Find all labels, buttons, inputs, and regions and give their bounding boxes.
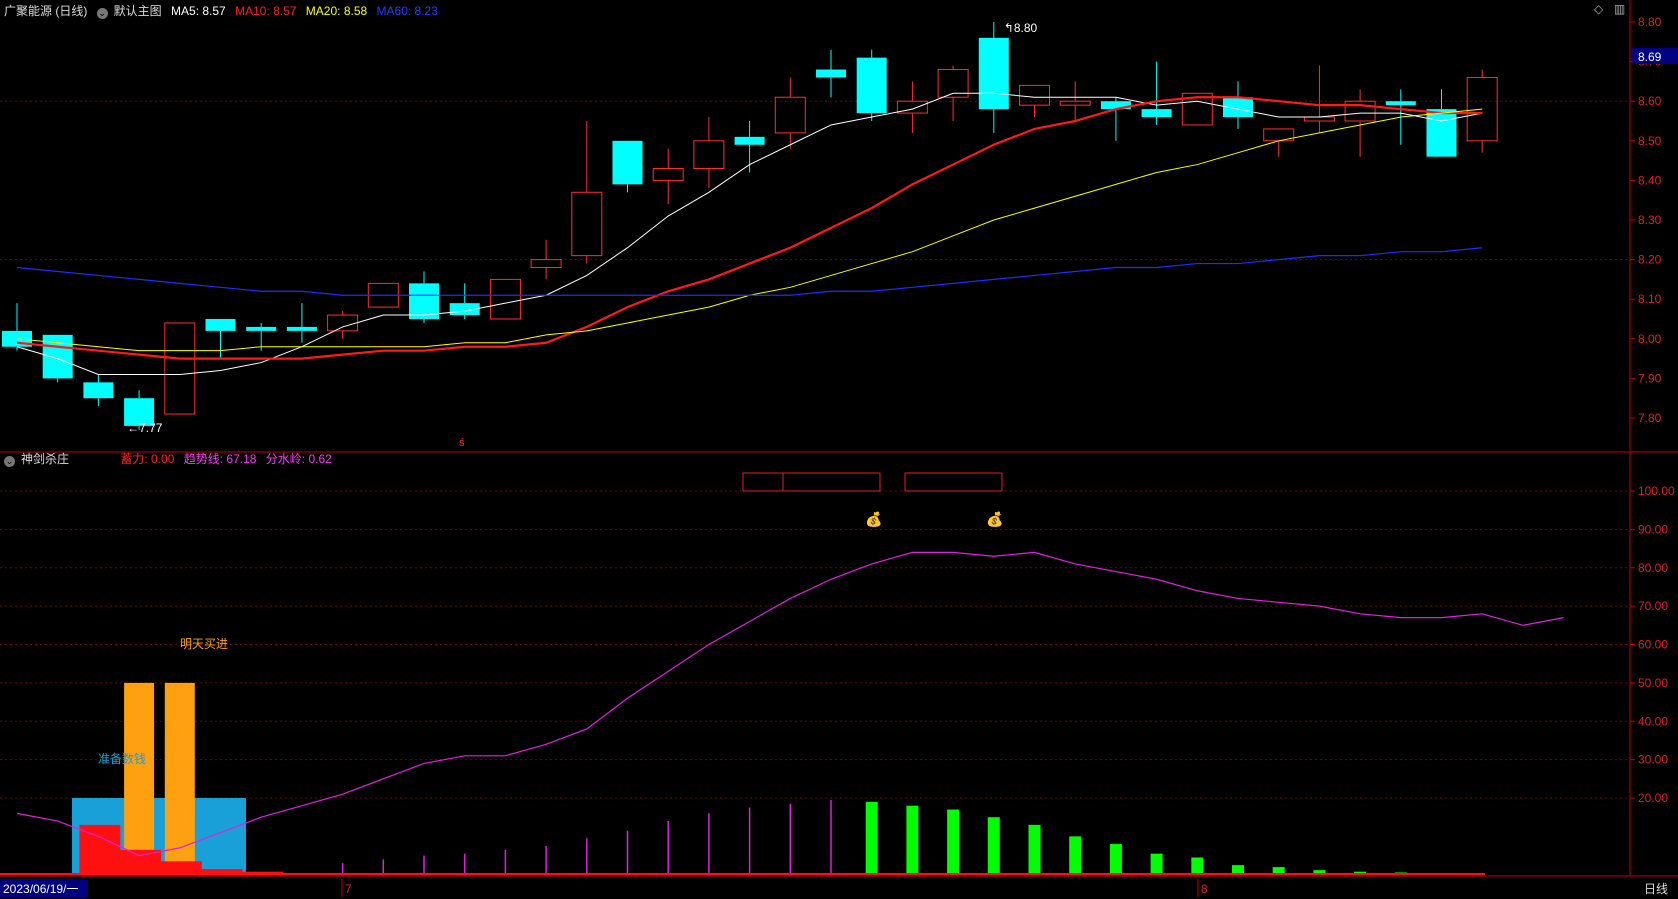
period-label: 日线: [1644, 882, 1668, 896]
xuli-bar: [160, 861, 202, 874]
signal-marker: ś: [459, 437, 465, 449]
price-badge-label: 8.69: [1638, 50, 1662, 64]
candle-down: [1141, 109, 1172, 118]
candle-up: [1303, 116, 1335, 122]
y-tick-label: 8.60: [1638, 94, 1662, 108]
candle-up: [164, 322, 196, 415]
money-bag-icon: 💰: [865, 511, 882, 528]
green-bar: [1069, 836, 1082, 874]
green-bar: [987, 817, 1000, 874]
y-tick-label: 8.20: [1638, 253, 1662, 267]
green-bar: [1028, 824, 1041, 874]
qushi-label: 趋势线: 67.18: [183, 452, 257, 466]
y-tick-label: 70.00: [1638, 599, 1668, 613]
green-bar: [1272, 867, 1285, 874]
chevron-down-icon[interactable]: ⌄: [96, 8, 108, 19]
candle-up: [774, 96, 806, 134]
candle-up: [571, 191, 603, 257]
candle-up: [489, 278, 521, 320]
candle-up: [652, 168, 684, 181]
green-bar: [1191, 857, 1204, 874]
main-header: 广聚能源 (日线) ⌄ 默认主图 MA5: 8.57 MA10: 8.57 MA2…: [4, 2, 444, 19]
y-tick-label: 60.00: [1638, 638, 1668, 652]
candle-down: [286, 326, 317, 331]
signal-box: [742, 472, 881, 492]
y-tick-label: 50.00: [1638, 676, 1668, 690]
candle-down: [978, 37, 1009, 110]
y-tick-label: 30.00: [1638, 753, 1668, 767]
y-tick-label: 8.00: [1638, 332, 1662, 346]
y-tick-label: 8.50: [1638, 134, 1662, 148]
y-tick-label: 7.90: [1638, 371, 1662, 385]
candle-down: [1426, 109, 1457, 157]
ma20-label: MA20: 8.58: [305, 4, 368, 18]
buy-bar: [164, 682, 195, 874]
candle-down: [856, 57, 887, 114]
candle-down: [734, 136, 765, 145]
ma60-label: MA60: 8.23: [376, 4, 438, 18]
main-indicator-name[interactable]: 默认主图: [114, 4, 162, 18]
low-label: ←7.77: [127, 421, 163, 435]
chevron-down-icon[interactable]: ⌄: [4, 456, 15, 467]
xuli-bar: [120, 849, 162, 874]
sub-header: ⌄ 神剑杀庄 蓄力: 0.00 趋势线: 67.18 分水岭: 0.62: [4, 450, 338, 467]
candle-down: [612, 140, 643, 185]
ma5-label: MA5: 8.57: [171, 4, 226, 18]
high-label: ↰8.80: [1004, 21, 1038, 35]
green-bar: [1150, 853, 1163, 874]
grid-icon[interactable]: ▥: [1614, 2, 1625, 16]
date-label: 2023/06/19/一: [3, 882, 78, 896]
y-tick-label: 80.00: [1638, 561, 1668, 575]
xuli-label: 蓄力: 0.00: [120, 452, 175, 466]
y-tick-label: 20.00: [1638, 791, 1668, 805]
candle-down: [246, 326, 277, 331]
candle-up: [693, 140, 725, 170]
y-tick-label: 40.00: [1638, 714, 1668, 728]
money-bag-icon: 💰: [986, 511, 1003, 528]
y-tick-label: 8.40: [1638, 173, 1662, 187]
candle-down: [816, 69, 846, 78]
y-tick-label: 7.80: [1638, 411, 1662, 425]
green-bar: [1232, 865, 1244, 874]
y-tick-label: 100.00: [1638, 484, 1675, 498]
green-bar: [865, 801, 878, 874]
month-label-8: 8: [1201, 882, 1208, 896]
y-tick-label: 8.10: [1638, 292, 1662, 306]
green-bar: [1109, 844, 1122, 874]
month-label-7: 7: [345, 882, 352, 896]
candle-up: [327, 314, 359, 332]
candle-up: [1019, 84, 1050, 106]
green-bar: [947, 809, 960, 874]
buy-annotation: 明天买进: [180, 637, 228, 651]
candle-up: [530, 259, 562, 269]
candle-down: [1385, 101, 1416, 106]
buy-bar: [124, 682, 155, 874]
signal-box: [904, 472, 1003, 492]
diamond-icon[interactable]: ◇: [1594, 2, 1603, 16]
green-bar: [906, 805, 919, 874]
y-tick-label: 90.00: [1638, 522, 1668, 536]
ma10-label: MA10: 8.57: [235, 4, 297, 18]
prepare-annotation: 准备数钱: [98, 751, 146, 766]
candle-down: [83, 382, 114, 399]
ma-line-ma60: [16, 247, 1483, 296]
fenshui-label: 分水岭: 0.62: [265, 452, 332, 466]
y-tick-label: 8.80: [1638, 15, 1662, 29]
sub-indicator-name[interactable]: 神剑杀庄: [21, 452, 69, 466]
y-tick-label: 8.30: [1638, 213, 1662, 227]
candle-up: [1059, 100, 1091, 106]
candle-down: [205, 319, 236, 331]
xuli-bar: [79, 824, 121, 874]
stock-title[interactable]: 广聚能源 (日线): [4, 4, 87, 18]
